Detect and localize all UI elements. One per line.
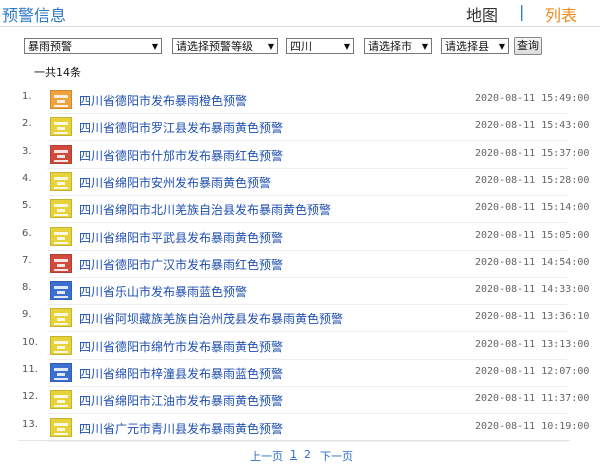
warning-list-item[interactable]: 2. 四川省德阳市罗江县发布暴雨黄色预警 2020-08-11 15:43:00 (0, 114, 600, 142)
warning-level-value: 请选择预警等级 (176, 40, 253, 53)
warning-list-item[interactable]: 8. 四川省乐山市发布暴雨蓝色预警 2020-08-11 14:33:00 (0, 278, 600, 306)
item-number: 9. (22, 309, 32, 321)
item-number: 2. (22, 118, 32, 130)
rainstorm-yellow-icon (50, 117, 72, 137)
warning-title-link[interactable]: 四川省绵阳市平武县发布暴雨黄色预警 (79, 229, 283, 246)
province-value: 四川 (290, 40, 312, 53)
city-select[interactable]: 请选择市 ▼ (364, 38, 432, 54)
rainstorm-yellow-icon (50, 308, 72, 328)
warning-type-select[interactable]: 暴雨预警 ▼ (24, 38, 162, 54)
warning-time: 2020-08-11 12:07:00 (475, 366, 590, 377)
warning-title-link[interactable]: 四川省乐山市发布暴雨蓝色预警 (79, 283, 247, 300)
warning-list-item[interactable]: 1. 四川省德阳市发布暴雨橙色预警 2020-08-11 15:49:00 (0, 87, 600, 114)
page-title: 预警信息 (2, 6, 67, 25)
warning-title-link[interactable]: 四川省德阳市绵竹市发布暴雨黄色预警 (79, 338, 283, 355)
warning-title-link[interactable]: 四川省广元市青川县发布暴雨黄色预警 (79, 420, 283, 437)
warning-title-link[interactable]: 四川省绵阳市安州发布暴雨黄色预警 (79, 174, 271, 191)
warning-title-link[interactable]: 四川省绵阳市北川羌族自治县发布暴雨黄色预警 (79, 201, 331, 218)
warning-list-item[interactable]: 11. 四川省绵阳市梓潼县发布暴雨蓝色预警 2020-08-11 12:07:00 (0, 360, 600, 387)
warning-time: 2020-08-11 14:33:00 (475, 284, 590, 296)
warning-time: 2020-08-11 13:36:10 (475, 311, 590, 323)
item-number: 5. (22, 200, 32, 212)
page-2-link[interactable]: 2 (304, 448, 311, 461)
warning-title-link[interactable]: 四川省绵阳市梓潼县发布暴雨蓝色预警 (79, 365, 283, 382)
rainstorm-yellow-icon (50, 226, 72, 246)
warning-time: 2020-08-11 15:14:00 (475, 202, 590, 214)
rainstorm-red-icon (50, 253, 72, 273)
warning-list-item[interactable]: 10. 四川省德阳市绵竹市发布暴雨黄色预警 2020-08-11 13:13:00 (0, 333, 600, 360)
warning-time: 2020-08-11 10:19:00 (475, 420, 590, 432)
item-number: 12. (22, 391, 38, 403)
item-number: 7. (22, 254, 32, 266)
rainstorm-red-icon (50, 144, 72, 164)
rainstorm-yellow-icon (50, 417, 72, 437)
warning-time: 2020-08-11 15:05:00 (475, 229, 590, 241)
warning-time: 2020-08-11 15:49:00 (475, 93, 590, 104)
warning-list-item[interactable]: 9. 四川省阿坝藏族羌族自治州茂县发布暴雨黄色预警 2020-08-11 13:36… (0, 305, 600, 333)
dropdown-arrow-icon: ▼ (498, 42, 505, 51)
county-value: 请选择县 (445, 40, 489, 53)
list-bottom-divider (18, 440, 570, 441)
prev-page-link[interactable]: 上一页 (250, 448, 283, 464)
page-1-link[interactable]: 1 (290, 448, 297, 461)
dropdown-arrow-icon: ▼ (267, 42, 274, 51)
dropdown-arrow-icon: ▼ (151, 42, 158, 51)
rainstorm-yellow-icon (50, 171, 72, 191)
warning-title-link[interactable]: 四川省德阳市什邡市发布暴雨红色预警 (79, 147, 283, 164)
dropdown-arrow-icon: ▼ (421, 42, 428, 51)
item-number: 10. (22, 336, 38, 348)
item-number: 6. (22, 227, 32, 239)
tab-separator: | (519, 2, 525, 21)
warning-title-link[interactable]: 四川省绵阳市江油市发布暴雨黄色预警 (79, 392, 283, 409)
warning-title-link[interactable]: 四川省阿坝藏族羌族自治州茂县发布暴雨黄色预警 (79, 310, 343, 327)
warning-level-select[interactable]: 请选择预警等级 ▼ (172, 38, 278, 54)
warning-time: 2020-08-11 15:28:00 (475, 174, 590, 186)
rainstorm-blue-icon (50, 363, 72, 382)
total-count: 一共14条 (34, 66, 81, 79)
warning-time: 2020-08-11 15:37:00 (475, 147, 590, 159)
warning-title-link[interactable]: 四川省德阳市罗江县发布暴雨黄色预警 (79, 119, 283, 136)
item-number: 3. (22, 145, 32, 157)
warning-list-item[interactable]: 3. 四川省德阳市什邡市发布暴雨红色预警 2020-08-11 15:37:00 (0, 142, 600, 169)
city-value: 请选择市 (368, 40, 412, 53)
tab-map[interactable]: 地图 (466, 2, 498, 26)
rainstorm-yellow-icon (50, 390, 72, 410)
warning-time: 2020-08-11 13:13:00 (475, 338, 590, 350)
warning-list-item[interactable]: 4. 四川省绵阳市安州发布暴雨黄色预警 2020-08-11 15:28:00 (0, 169, 600, 196)
header-divider (0, 26, 600, 27)
warning-list-item[interactable]: 13. 四川省广元市青川县发布暴雨黄色预警 2020-08-11 10:19:00 (0, 415, 600, 442)
county-select[interactable]: 请选择县 ▼ (441, 38, 509, 54)
tab-list[interactable]: 列表 (545, 2, 577, 26)
warning-title-link[interactable]: 四川省德阳市广汉市发布暴雨红色预警 (79, 256, 283, 273)
item-number: 4. (22, 172, 32, 184)
rainstorm-yellow-icon (50, 199, 72, 219)
warning-title-link[interactable]: 四川省德阳市发布暴雨橙色预警 (79, 92, 247, 109)
rainstorm-orange-icon (50, 90, 72, 109)
warning-list-item[interactable]: 12. 四川省绵阳市江油市发布暴雨黄色预警 2020-08-11 11:37:00 (0, 387, 600, 415)
warning-list-item[interactable]: 6. 四川省绵阳市平武县发布暴雨黄色预警 2020-08-11 15:05:00 (0, 224, 600, 251)
warning-time: 2020-08-11 11:37:00 (475, 393, 590, 405)
item-number: 8. (22, 282, 32, 294)
warning-time: 2020-08-11 14:54:00 (475, 256, 590, 268)
province-select[interactable]: 四川 ▼ (286, 38, 354, 54)
warning-list-item[interactable]: 5. 四川省绵阳市北川羌族自治县发布暴雨黄色预警 2020-08-11 15:14:… (0, 196, 600, 224)
header: 预警信息 地图 | 列表 (0, 0, 600, 26)
item-number: 13. (22, 418, 38, 430)
query-button[interactable]: 查询 (514, 37, 542, 55)
item-number: 11. (22, 364, 38, 375)
warning-time: 2020-08-11 15:43:00 (475, 120, 590, 132)
rainstorm-blue-icon (50, 281, 72, 301)
pagination: 上一页 1 2 下一页 (0, 446, 600, 464)
warning-list-item[interactable]: 7. 四川省德阳市广汉市发布暴雨红色预警 2020-08-11 14:54:00 (0, 251, 600, 278)
next-page-link[interactable]: 下一页 (320, 448, 353, 464)
warning-type-value: 暴雨预警 (28, 40, 72, 53)
rainstorm-yellow-icon (50, 335, 72, 355)
dropdown-arrow-icon: ▼ (343, 42, 350, 51)
item-number: 1. (22, 91, 32, 102)
